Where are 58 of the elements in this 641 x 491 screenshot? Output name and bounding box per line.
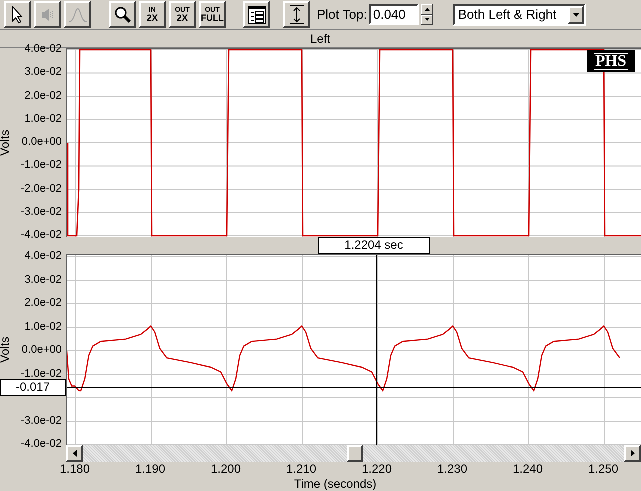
- horizontal-scrollbar[interactable]: [66, 445, 641, 462]
- x-tick-label: 1.190: [134, 462, 167, 477]
- y-tick-label: 1.0e-02: [24, 112, 62, 125]
- button-caption: 2X: [176, 14, 188, 22]
- toolbar-button[interactable]: [109, 1, 136, 28]
- plot-top-field[interactable]: 0.040: [369, 4, 420, 25]
- x-tick-label: 1.250: [587, 462, 620, 477]
- toolbar-button[interactable]: [4, 1, 31, 28]
- plot-top-label: Plot Top:: [317, 6, 368, 24]
- x-tick-label: 1.240: [512, 462, 544, 477]
- x-tick-label: 1.200: [210, 462, 242, 477]
- x-tick-label: 1.180: [58, 462, 92, 477]
- y-axis-title: Volts: [0, 130, 12, 156]
- logo-badge: PHS: [587, 50, 635, 72]
- x-tick-label: 1.230: [436, 462, 469, 477]
- toolbar-button[interactable]: [243, 1, 270, 28]
- up-arrow-icon: [424, 8, 430, 11]
- y-tick-label: 3.0e-02: [24, 274, 62, 286]
- down-arrow-icon: [424, 18, 430, 22]
- y-tick-label: 2.0e-02: [24, 90, 62, 102]
- y-axis-title: Volts: [0, 336, 12, 362]
- y-tick-label: -4.0e-02: [21, 438, 62, 450]
- button-caption: FULL: [201, 14, 224, 22]
- y-tick-label: 4.0e-02: [24, 43, 62, 55]
- dropdown-arrow-icon: [572, 12, 580, 16]
- list-window-icon: [246, 4, 266, 24]
- y-tick-label: -4.0e-02: [21, 229, 62, 241]
- scroll-thumb[interactable]: [347, 445, 363, 462]
- plot-title: Left: [310, 30, 330, 48]
- right-arrow-icon: [630, 450, 634, 457]
- toolbar-button[interactable]: [283, 1, 310, 28]
- button-caption: 2X: [146, 14, 158, 22]
- cursor-value-label: -0.017: [0, 379, 66, 396]
- left-arrow-icon: [72, 450, 76, 457]
- cursor-time-label: 1.2204 sec: [318, 237, 430, 254]
- vertical-fit-icon: [288, 4, 304, 24]
- y-tick-label: -3.0e-02: [21, 414, 62, 426]
- channel-dropdown[interactable]: Both Left & Right: [453, 4, 586, 26]
- scroll-right-button[interactable]: [624, 445, 641, 462]
- y-tick-label: 3.0e-02: [24, 66, 62, 78]
- y-tick-label: 2.0e-02: [24, 297, 62, 309]
- y-tick-label: -1.0e-02: [21, 368, 62, 380]
- y-tick-label: 0.0e+00: [22, 344, 62, 356]
- search-icon: [114, 6, 132, 24]
- spinner[interactable]: [421, 4, 434, 25]
- y-tick-label: 4.0e-02: [24, 250, 62, 262]
- x-axis-title: Time (seconds): [294, 477, 377, 491]
- y-tick-label: 1.0e-02: [24, 320, 62, 332]
- y-tick-label: -3.0e-02: [21, 206, 62, 218]
- y-tick-label: 0.0e+00: [22, 136, 62, 148]
- y-tick-label: -2.0e-02: [21, 182, 62, 194]
- x-tick-label: 1.210: [285, 462, 318, 477]
- y-tick-label: -1.0e-02: [21, 159, 62, 172]
- speaker-icon: [40, 6, 56, 22]
- bell-curve-icon: [68, 6, 88, 22]
- pointer-icon: [12, 6, 24, 24]
- x-tick-label: 1.220: [360, 462, 394, 477]
- scroll-left-button[interactable]: [66, 445, 83, 462]
